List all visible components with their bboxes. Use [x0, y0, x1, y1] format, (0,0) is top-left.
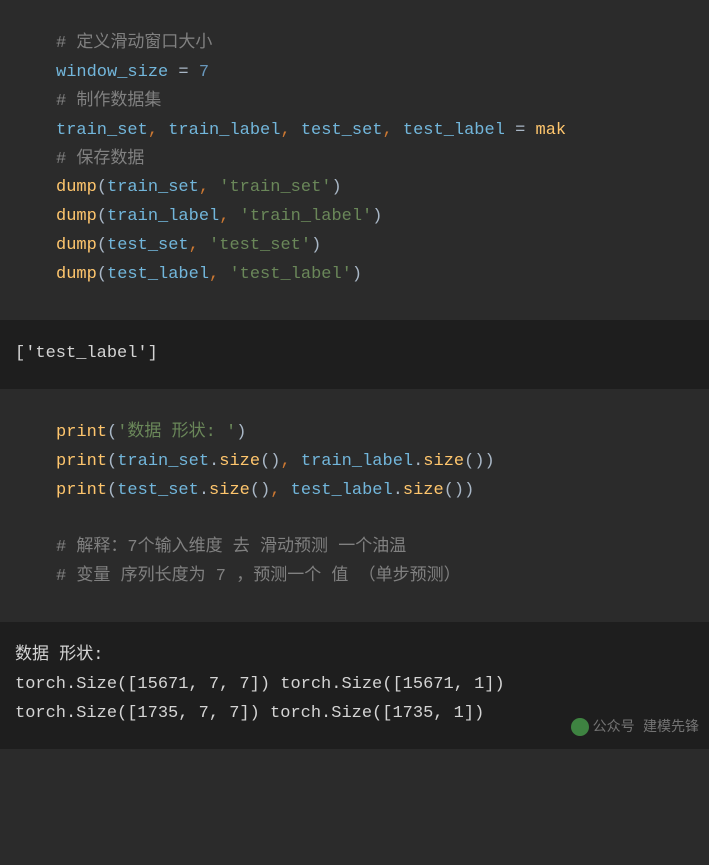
code-block-2: print('数据 形状: ') print(train_set.size(),… [0, 389, 709, 622]
dot: . [393, 481, 403, 500]
paren: ( [107, 452, 117, 471]
paren: ( [464, 452, 474, 471]
comma: , [219, 207, 239, 226]
watermark-label: 公众号 [593, 720, 635, 736]
paren: ( [97, 265, 107, 284]
variable: train_label [107, 207, 219, 226]
string: 'train_set' [219, 178, 331, 197]
paren: ) [474, 452, 484, 471]
paren: ( [97, 207, 107, 226]
comment: # 解释：7个输入维度 去 滑动预测 一个油温 [56, 538, 406, 557]
paren: ( [107, 481, 117, 500]
paren: ( [444, 481, 454, 500]
function: print [56, 452, 107, 471]
paren: ) [236, 423, 246, 442]
code-line: dump(test_set, 'test_set') [56, 232, 694, 261]
variable: window_size [56, 63, 168, 82]
method: size [403, 481, 444, 500]
function: dump [56, 178, 97, 197]
code-line: train_set, train_label, test_set, test_l… [56, 117, 694, 146]
string: '数据 形状: ' [117, 423, 236, 442]
string: 'test_label' [229, 265, 351, 284]
comma: , [199, 178, 219, 197]
variable: train_label [168, 121, 280, 140]
number: 7 [199, 63, 209, 82]
operator: = [168, 63, 199, 82]
code-line: # 定义滑动窗口大小 [56, 30, 694, 59]
watermark-name: 建模先锋 [643, 720, 699, 736]
code-line: # 制作数据集 [56, 88, 694, 117]
paren: ( [260, 452, 270, 471]
paren: ( [250, 481, 260, 500]
output-line: 数据 形状: [15, 642, 694, 671]
code-line: dump(train_label, 'train_label') [56, 203, 694, 232]
paren: ) [260, 481, 270, 500]
code-line: dump(train_set, 'train_set') [56, 174, 694, 203]
paren: ) [270, 452, 280, 471]
code-line: print('数据 形状: ') [56, 419, 694, 448]
method: size [209, 481, 250, 500]
output-block-1: ['test_label'] [0, 320, 709, 389]
comment: # 制作数据集 [56, 92, 161, 111]
method: size [219, 452, 260, 471]
variable: test_set [301, 121, 383, 140]
variable: train_set [107, 178, 199, 197]
output-line: torch.Size([15671, 7, 7]) torch.Size([15… [15, 671, 694, 700]
variable: test_label [403, 121, 505, 140]
function: print [56, 481, 107, 500]
variable: train_label [301, 452, 413, 471]
variable: train_set [117, 452, 209, 471]
output-block-2: 数据 形状: torch.Size([15671, 7, 7]) torch.S… [0, 622, 709, 749]
comma: , [209, 265, 229, 284]
string: 'test_set' [209, 236, 311, 255]
function: dump [56, 207, 97, 226]
code-line: print(test_set.size(), test_label.size()… [56, 477, 694, 506]
variable: train_set [56, 121, 148, 140]
code-line: dump(test_label, 'test_label') [56, 261, 694, 290]
comment: # 保存数据 [56, 150, 144, 169]
variable: test_set [117, 481, 199, 500]
comma: , [270, 481, 290, 500]
variable: test_label [107, 265, 209, 284]
function: dump [56, 236, 97, 255]
function: mak [536, 121, 567, 140]
comma: , [148, 121, 168, 140]
function: dump [56, 265, 97, 284]
paren: ) [311, 236, 321, 255]
dot: . [413, 452, 423, 471]
paren: ) [331, 178, 341, 197]
function: print [56, 423, 107, 442]
wechat-icon [571, 718, 589, 736]
code-line: # 保存数据 [56, 146, 694, 175]
watermark: 公众号 建模先锋 [571, 717, 699, 741]
paren: ( [97, 178, 107, 197]
paren: ) [372, 207, 382, 226]
string: 'train_label' [240, 207, 373, 226]
paren: ) [454, 481, 464, 500]
comma: , [189, 236, 209, 255]
paren: ) [485, 452, 495, 471]
paren: ( [97, 236, 107, 255]
code-line [56, 506, 694, 535]
code-line: window_size = 7 [56, 59, 694, 88]
output-line: ['test_label'] [15, 340, 694, 369]
operator: = [505, 121, 536, 140]
comment: # 定义滑动窗口大小 [56, 34, 212, 53]
method: size [423, 452, 464, 471]
comma: , [382, 121, 402, 140]
code-block-1: # 定义滑动窗口大小 window_size = 7 # 制作数据集 train… [0, 0, 709, 320]
comment: # 变量 序列长度为 7 ，预测一个 值 （单步预测） [56, 567, 461, 586]
paren: ( [107, 423, 117, 442]
code-line: print(train_set.size(), train_label.size… [56, 448, 694, 477]
comma: , [280, 452, 300, 471]
code-line: # 变量 序列长度为 7 ，预测一个 值 （单步预测） [56, 563, 694, 592]
paren: ) [352, 265, 362, 284]
dot: . [209, 452, 219, 471]
variable: test_set [107, 236, 189, 255]
variable: test_label [291, 481, 393, 500]
comma: , [280, 121, 300, 140]
dot: . [199, 481, 209, 500]
code-line: # 解释：7个输入维度 去 滑动预测 一个油温 [56, 534, 694, 563]
paren: ) [464, 481, 474, 500]
